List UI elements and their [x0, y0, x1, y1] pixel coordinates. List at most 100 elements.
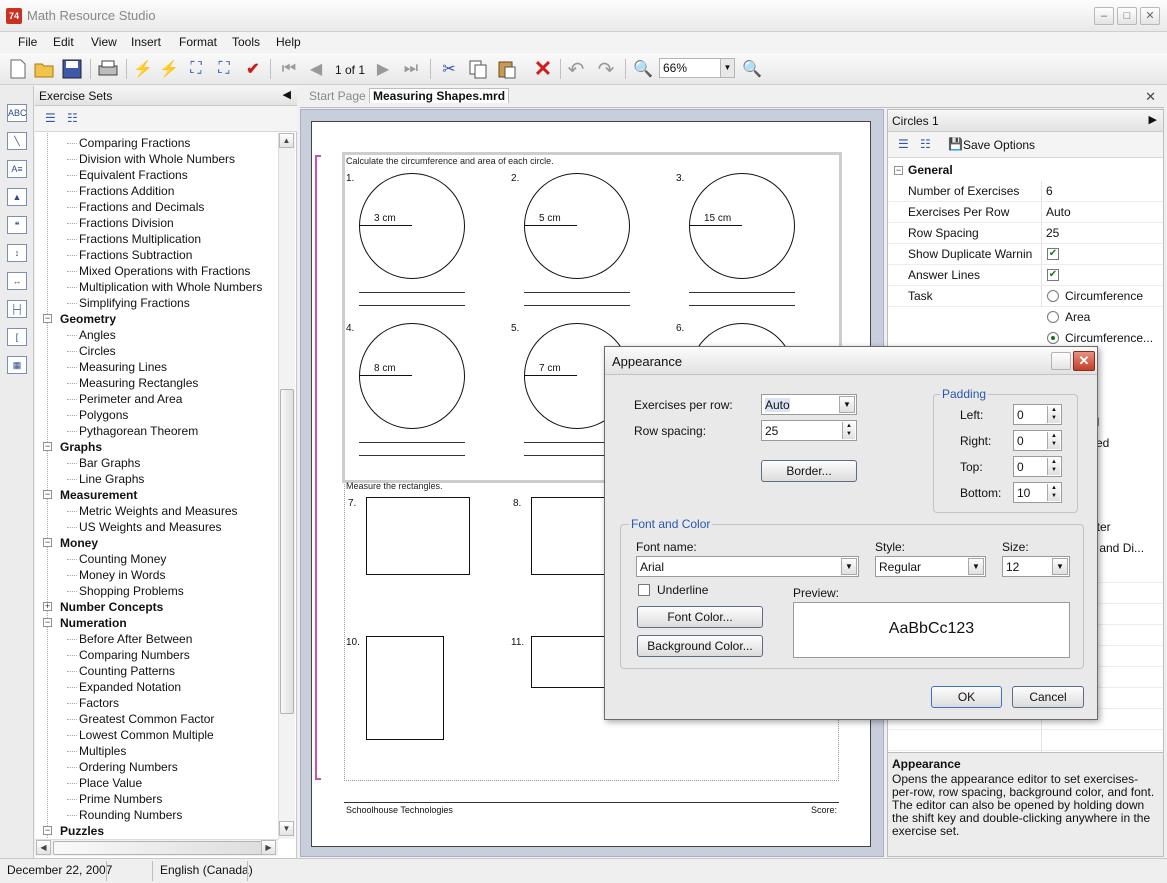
collapse-node-icon[interactable]: − [43, 826, 52, 835]
menu-insert[interactable]: Insert [131, 35, 161, 49]
tree-item[interactable]: Comparing Numbers [79, 647, 190, 663]
menu-tools[interactable]: Tools [232, 35, 260, 49]
tree-item[interactable]: Comparing Fractions [79, 135, 190, 151]
scroll-thumb-horizontal[interactable] [53, 841, 263, 855]
collapse-node-icon[interactable]: − [43, 490, 52, 499]
tree-item[interactable]: Metric Weights and Measures [79, 503, 238, 519]
line-tool-icon[interactable]: ╲ [7, 132, 27, 150]
tree-item[interactable]: Mixed Operations with Fractions [79, 263, 250, 279]
tree-category[interactable]: Money [60, 535, 98, 551]
tree-item[interactable]: Division with Whole Numbers [79, 151, 235, 167]
collapse-node-icon[interactable]: − [43, 442, 52, 451]
tree-item[interactable]: Line Graphs [79, 471, 144, 487]
tree-category[interactable]: Geometry [60, 311, 116, 327]
tree-item[interactable]: Circles [79, 343, 116, 359]
underline-checkbox[interactable] [638, 584, 650, 596]
check-icon[interactable]: ✔ [241, 57, 265, 81]
menu-file[interactable]: File [18, 35, 37, 49]
tree-item[interactable]: Equivalent Fractions [79, 167, 188, 183]
tree-item[interactable]: Expanded Notation [79, 679, 181, 695]
expand-node-icon[interactable]: + [43, 602, 52, 611]
tree-item[interactable]: Bar Graphs [79, 455, 140, 471]
chevron-down-icon[interactable]: ▼ [968, 558, 984, 575]
tree-item[interactable]: Fractions Addition [79, 183, 174, 199]
tree-item[interactable]: Multiples [79, 743, 126, 759]
padding-spinner[interactable]: 0 ▲ ▼ [1013, 404, 1062, 425]
tree-item[interactable]: Counting Patterns [79, 663, 175, 679]
ruler-icon[interactable]: ├┤ [7, 300, 27, 318]
copy-icon[interactable] [466, 57, 490, 81]
property-checkbox[interactable]: ✔ [1047, 248, 1059, 260]
tree-item[interactable]: Counting Money [79, 551, 166, 567]
tree-item[interactable]: Multiplication with Whole Numbers [79, 279, 262, 295]
generate-all-icon[interactable]: ⚡ [157, 57, 181, 81]
property-row[interactable]: Exercises Per Row Auto [888, 202, 1163, 223]
tree-item[interactable]: Greatest Common Factor [79, 711, 214, 727]
padding-spinner[interactable]: 0 ▲ ▼ [1013, 456, 1062, 477]
spinner-arrows-icon[interactable]: ▲ ▼ [1047, 432, 1060, 449]
task-radio[interactable] [1047, 311, 1059, 323]
text-tool-icon[interactable]: A≡ [7, 160, 27, 178]
save-options-button[interactable]: Save Options [963, 138, 1035, 152]
property-value[interactable]: 25 [1046, 226, 1059, 240]
tree-category[interactable]: Graphs [60, 439, 102, 455]
quote-tool-icon[interactable]: ❝ [7, 216, 27, 234]
padding-spinner[interactable]: 0 ▲ ▼ [1013, 430, 1062, 451]
property-row[interactable]: Number of Exercises 6 [888, 181, 1163, 202]
tree-category[interactable]: Number Concepts [60, 599, 163, 615]
scroll-thumb[interactable] [280, 389, 294, 714]
tree-item[interactable]: Measuring Rectangles [79, 375, 198, 391]
save-icon[interactable] [60, 57, 84, 81]
scroll-down-icon[interactable]: ▼ [279, 821, 294, 836]
border-button[interactable]: Border... [761, 460, 857, 482]
padding-spinner[interactable]: 10 ▲ ▼ [1013, 482, 1062, 503]
task-radio[interactable] [1047, 290, 1059, 302]
save-options-icon[interactable]: 💾 [948, 137, 963, 151]
chevron-down-icon[interactable]: ▼ [841, 558, 857, 575]
bracket-icon[interactable]: [ [7, 328, 27, 346]
delete-icon[interactable]: ✕ [531, 56, 555, 81]
horizontal-rule-icon[interactable]: ↔ [7, 272, 27, 290]
property-row[interactable]: Answer Lines ✔ [888, 265, 1163, 286]
tree-view-icon[interactable]: ☷ [67, 111, 81, 125]
zoom-select[interactable]: 66% ▼ [659, 58, 735, 78]
tree-item[interactable]: Fractions Subtraction [79, 247, 192, 263]
style-select[interactable]: Regular ▼ [875, 556, 986, 577]
abc-tool-icon[interactable]: ABC [7, 104, 27, 122]
size-select[interactable]: 12 ▼ [1002, 556, 1070, 577]
close-document-icon[interactable]: ✕ [1145, 89, 1156, 105]
tab-start-page[interactable]: Start Page [309, 89, 366, 103]
new-document-icon[interactable] [6, 57, 30, 81]
tree-item[interactable]: Place Value [79, 775, 142, 791]
first-page-icon[interactable]: ⏮ [277, 57, 301, 81]
font-color-button[interactable]: Font Color... [637, 606, 763, 628]
zoom-in-icon[interactable]: 🔍 [740, 57, 764, 81]
tree-item[interactable]: Measuring Lines [79, 359, 167, 375]
tab-measuring-shapes[interactable]: Measuring Shapes.mrd [369, 88, 510, 103]
tree-category[interactable]: Measurement [60, 487, 137, 503]
tree-item[interactable]: Pythagorean Theorem [79, 423, 198, 439]
spinner-arrows-icon[interactable]: ▲ ▼ [842, 422, 855, 439]
resize-icon[interactable]: ⛶ [184, 57, 208, 81]
undo-icon[interactable]: ↶ [564, 57, 588, 81]
chevron-down-icon[interactable]: ▼ [1052, 558, 1068, 575]
generate-icon[interactable]: ⚡ [131, 57, 155, 81]
font-name-select[interactable]: Arial ▼ [636, 556, 859, 577]
expand-panel-icon[interactable]: ▶ [1149, 113, 1157, 126]
tree-item[interactable]: Factors [79, 695, 119, 711]
tree-item[interactable]: Rounding Numbers [79, 807, 182, 823]
property-value[interactable]: Auto [1046, 205, 1071, 219]
ok-button[interactable]: OK [931, 686, 1002, 708]
categorized-icon[interactable]: ☰ [898, 137, 912, 151]
cancel-button[interactable]: Cancel [1012, 686, 1084, 708]
menu-help[interactable]: Help [276, 35, 301, 49]
tree-item[interactable]: Ordering Numbers [79, 759, 178, 775]
tree-item[interactable]: Prime Numbers [79, 791, 162, 807]
tree-item[interactable]: Angles [79, 327, 116, 343]
property-value[interactable]: 6 [1046, 184, 1053, 198]
tree-item[interactable]: Before After Between [79, 631, 192, 647]
tree-item[interactable]: Polygons [79, 407, 128, 423]
resize-all-icon[interactable]: ⛶ [212, 57, 236, 81]
chevron-down-icon[interactable]: ▼ [839, 396, 855, 413]
tree-category[interactable]: Numeration [60, 615, 127, 631]
